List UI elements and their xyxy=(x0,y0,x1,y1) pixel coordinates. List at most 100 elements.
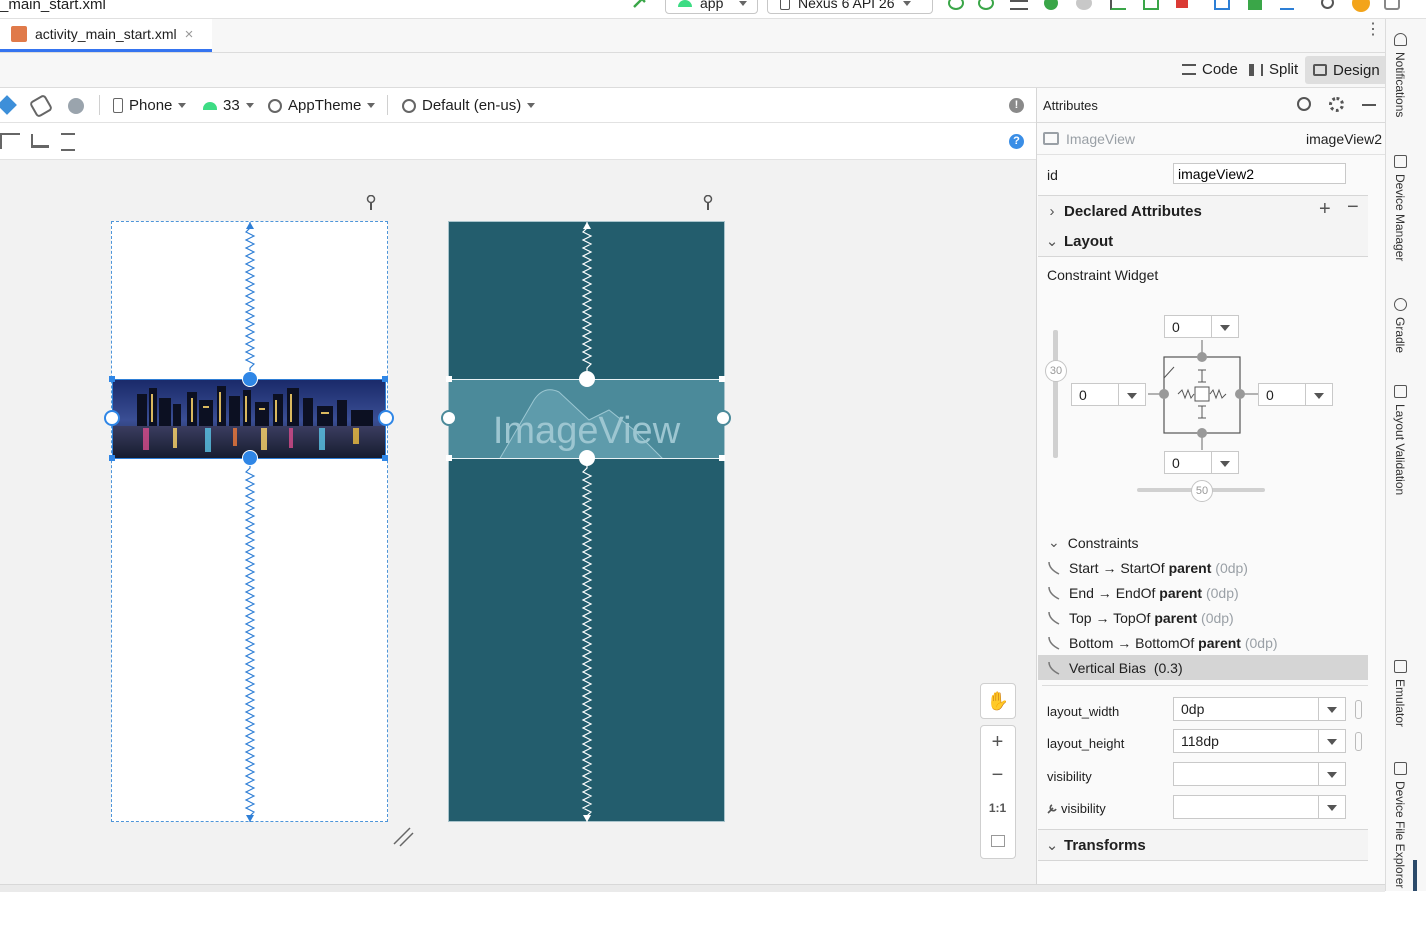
resize-handle[interactable] xyxy=(382,455,388,461)
constraint-icon xyxy=(1048,611,1060,625)
locale-select[interactable]: Default (en-us) xyxy=(402,97,536,114)
horizontal-bias-thumb[interactable]: 50 xyxy=(1191,480,1213,502)
end-anchor-handle[interactable] xyxy=(378,410,394,426)
theme-select[interactable]: AppTheme xyxy=(268,97,376,114)
pan-button[interactable]: ✋ xyxy=(980,683,1016,719)
account-icon[interactable] xyxy=(1384,0,1400,10)
canvas-resize-icon[interactable] xyxy=(392,826,414,848)
apply-changes-icon[interactable] xyxy=(948,0,964,10)
profile-icon[interactable] xyxy=(1010,0,1028,10)
pin-icon[interactable] xyxy=(366,194,376,211)
side-tab-emulator[interactable]: Emulator xyxy=(1388,660,1412,727)
add-attribute-icon[interactable]: + xyxy=(1319,198,1331,221)
device-select[interactable]: Nexus 6 API 26 xyxy=(767,0,933,14)
blueprint-preview[interactable]: ImageView xyxy=(441,221,731,822)
bottom-anchor-handle[interactable] xyxy=(579,450,595,466)
search-icon[interactable] xyxy=(1297,97,1311,111)
search-icon[interactable] xyxy=(1321,0,1334,9)
side-tab-layout-validation[interactable]: Layout Validation xyxy=(1388,385,1412,495)
run-config-select[interactable]: app xyxy=(665,0,758,14)
xml-file-icon xyxy=(11,26,27,42)
sdk-manager-icon[interactable] xyxy=(1248,0,1262,10)
remove-attribute-icon[interactable]: − xyxy=(1347,196,1359,219)
margin-left-select[interactable]: 0 xyxy=(1071,383,1146,406)
side-tab-notifications[interactable]: Notifications xyxy=(1388,33,1412,117)
orientation-icon[interactable] xyxy=(28,93,54,119)
vertical-bias-thumb[interactable]: 30 xyxy=(1045,360,1067,382)
guidelines-icon[interactable] xyxy=(61,133,75,151)
bottom-anchor-handle[interactable] xyxy=(242,450,258,466)
layout-height-select[interactable]: 118dp xyxy=(1173,729,1346,753)
top-anchor-handle[interactable] xyxy=(242,371,258,387)
zoom-in-button[interactable]: + xyxy=(981,726,1014,759)
editor-tab[interactable]: activity_main_start.xml × xyxy=(0,19,212,52)
id-field[interactable] xyxy=(1173,163,1346,184)
side-tab-device-file-explorer[interactable]: Device File Explorer xyxy=(1388,762,1412,888)
resize-handle[interactable] xyxy=(109,455,115,461)
constraint-row-selected[interactable]: Vertical Bias (0.3) xyxy=(1038,655,1368,680)
attach-debugger-icon[interactable] xyxy=(1076,0,1092,10)
hammer-icon[interactable] xyxy=(630,0,650,9)
constraint-row[interactable]: Top → TopOf parent (0dp) xyxy=(1038,605,1368,630)
resize-handle[interactable] xyxy=(446,455,452,461)
night-mode-icon[interactable] xyxy=(68,98,84,114)
margin-top-select[interactable]: 0 xyxy=(1164,315,1239,338)
margin-right-select[interactable]: 0 xyxy=(1258,383,1333,406)
update-icon[interactable] xyxy=(1352,0,1370,12)
resize-handle[interactable] xyxy=(109,376,115,382)
resize-handle[interactable] xyxy=(719,376,725,382)
device-type-select[interactable]: Phone xyxy=(113,97,187,114)
sync-icon[interactable] xyxy=(1110,0,1126,10)
vertical-bias-slider[interactable] xyxy=(1053,330,1058,458)
top-anchor-handle[interactable] xyxy=(579,371,595,387)
declared-attributes-header[interactable]: › Declared Attributes + − xyxy=(1038,195,1368,227)
layout-section-header[interactable]: ⌄ Layout xyxy=(1038,226,1368,257)
stop-icon[interactable] xyxy=(1176,0,1188,8)
actual-size-button[interactable]: 1:1 xyxy=(981,791,1014,824)
minimize-icon[interactable] xyxy=(1362,104,1376,106)
layers-icon[interactable] xyxy=(0,95,17,115)
close-icon[interactable]: × xyxy=(185,26,194,43)
start-anchor-handle[interactable] xyxy=(104,410,120,426)
gear-icon[interactable] xyxy=(1329,97,1344,112)
split-mode-button[interactable]: Split xyxy=(1249,61,1298,78)
zoom-out-button[interactable]: − xyxy=(981,759,1014,792)
transforms-section-header[interactable]: ⌄ Transforms xyxy=(1038,829,1368,861)
debug-icon[interactable] xyxy=(1044,0,1058,10)
pin-icon[interactable] xyxy=(703,194,713,211)
warning-icon[interactable]: ! xyxy=(1009,98,1024,113)
constraint-row[interactable]: End → EndOf parent (0dp) xyxy=(1038,580,1368,605)
download-icon[interactable] xyxy=(1280,0,1294,10)
pack-icon[interactable] xyxy=(0,133,20,149)
layout-width-select[interactable]: 0dp xyxy=(1173,697,1346,721)
constraints-header[interactable]: ⌄ Constraints xyxy=(1038,530,1368,555)
align-icon[interactable] xyxy=(31,134,49,148)
visibility-select[interactable] xyxy=(1173,762,1346,786)
resource-picker-icon[interactable] xyxy=(1355,732,1362,751)
design-mode-button[interactable]: Design xyxy=(1305,56,1388,84)
resize-handle[interactable] xyxy=(382,376,388,382)
side-tab-gradle[interactable]: Gradle xyxy=(1388,298,1412,353)
resize-handle[interactable] xyxy=(719,455,725,461)
more-options-icon[interactable]: ⋮ xyxy=(1365,22,1381,38)
tools-visibility-select[interactable] xyxy=(1173,795,1346,819)
zoom-to-fit-button[interactable] xyxy=(981,824,1014,857)
design-preview[interactable] xyxy=(104,221,394,822)
resource-picker-icon[interactable] xyxy=(1355,700,1362,719)
device-mirroring-icon[interactable] xyxy=(1214,0,1230,10)
constraint-row[interactable]: Bottom → BottomOf parent (0dp) xyxy=(1038,630,1368,655)
margin-bottom-select[interactable]: 0 xyxy=(1164,451,1239,474)
side-tab-label: Notifications xyxy=(1393,52,1407,118)
resize-handle[interactable] xyxy=(446,376,452,382)
help-icon[interactable]: ? xyxy=(1009,134,1024,149)
side-tab-device-manager[interactable]: Device Manager xyxy=(1388,155,1412,261)
constraint-row[interactable]: Start → StartOf parent (0dp) xyxy=(1038,555,1368,580)
image-view-blueprint[interactable]: ImageView xyxy=(449,379,724,459)
code-mode-button[interactable]: Code xyxy=(1182,61,1238,78)
api-level-select[interactable]: 33 xyxy=(203,97,254,114)
apply-code-changes-icon[interactable] xyxy=(978,0,994,10)
start-anchor-handle[interactable] xyxy=(441,410,457,426)
end-anchor-handle[interactable] xyxy=(715,410,731,426)
image-view-preview[interactable] xyxy=(112,379,386,459)
rerun-icon[interactable] xyxy=(1143,0,1159,10)
